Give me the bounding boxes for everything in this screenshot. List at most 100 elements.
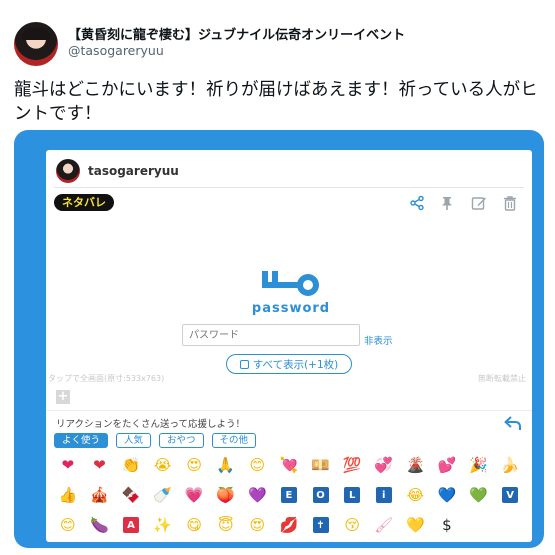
emoji-glyph: ✝ (312, 517, 329, 533)
emoji-glyph: 🍑 (216, 486, 236, 504)
no-repost-notice: 無断転載禁止 (478, 374, 526, 383)
reaction-tab[interactable]: よく使う (54, 433, 109, 448)
reaction-emoji[interactable]: 😇 (210, 510, 242, 540)
share-icon[interactable] (408, 194, 426, 212)
emoji-glyph: 🍆 (90, 516, 109, 534)
reaction-tab[interactable]: その他 (211, 433, 257, 448)
reaction-emoji[interactable]: 💕 (431, 450, 463, 480)
reaction-emoji[interactable]: 💴 (305, 450, 337, 480)
edit-icon[interactable] (470, 194, 488, 212)
reaction-emoji[interactable]: 💞 (368, 450, 400, 480)
reaction-emoji[interactable]: L (336, 480, 368, 510)
reaction-emoji[interactable]: 💘 (273, 450, 305, 480)
emoji-glyph: L (344, 487, 361, 503)
emoji-glyph: 💋 (279, 516, 299, 534)
reaction-emoji[interactable]: 🎪 (84, 480, 116, 510)
reaction-emoji[interactable]: 💚 (463, 480, 495, 510)
reaction-emoji[interactable]: 🌋 (400, 450, 432, 480)
reaction-emoji[interactable]: 👍 (52, 480, 84, 510)
reaction-emoji[interactable]: 😋 (178, 510, 210, 540)
emoji-glyph: 💞 (374, 456, 394, 474)
reaction-emoji[interactable]: A (115, 510, 147, 540)
emoji-glyph: 😍 (186, 456, 202, 474)
handle[interactable]: @tasogareryuu (68, 43, 164, 58)
card-username[interactable]: tasogareryuu (88, 164, 179, 178)
reaction-emoji[interactable]: 🍑 (210, 480, 242, 510)
emoji-glyph: ❤ (61, 456, 75, 474)
emoji-glyph: O (312, 487, 329, 503)
reaction-emoji[interactable]: 🖌 (368, 510, 400, 540)
emoji-glyph: 🎉 (469, 456, 488, 474)
password-input[interactable] (182, 324, 360, 346)
avatar[interactable] (14, 22, 58, 66)
reaction-emoji[interactable]: V (494, 480, 526, 510)
reaction-emoji[interactable]: 😭 (147, 450, 179, 480)
reaction-emoji[interactable]: 💜 (242, 480, 274, 510)
reaction-emoji[interactable]: 💗 (178, 480, 210, 510)
reaction-emoji[interactable]: 🙏 (210, 450, 242, 480)
reaction-emoji[interactable]: 😊 (242, 450, 274, 480)
reaction-tabs: よく使う 人気 おやつ その他 (54, 433, 257, 448)
reaction-emoji[interactable]: ❤ (84, 450, 116, 480)
emoji-glyph: V (502, 487, 519, 503)
card-avatar[interactable] (56, 159, 80, 183)
pin-icon[interactable] (438, 194, 456, 212)
reaction-emoji[interactable]: 👏 (115, 450, 147, 480)
emoji-glyph: E (280, 487, 297, 503)
reaction-emoji[interactable]: ❤ (52, 450, 84, 480)
emoji-glyph: 🎪 (90, 486, 109, 504)
reaction-emoji[interactable]: 😚 (336, 510, 368, 540)
fullscreen-hint: タップで全画面(原寸:533x763) (48, 374, 165, 383)
reaction-emoji[interactable]: ✝ (305, 510, 337, 540)
reaction-emoji[interactable]: O (305, 480, 337, 510)
emoji-glyph: 💕 (437, 456, 457, 474)
emoji-glyph: 👍 (58, 486, 78, 504)
emoji-glyph: 😋 (186, 516, 202, 534)
reaction-emoji[interactable]: 💋 (273, 510, 305, 540)
reaction-emoji[interactable]: 🎉 (463, 450, 495, 480)
reaction-emoji[interactable]: 🍼 (147, 480, 179, 510)
gallery-icon (239, 359, 249, 369)
emoji-glyph: 😇 (217, 516, 234, 534)
reaction-emoji[interactable]: 💙 (431, 480, 463, 510)
emoji-glyph: 😊 (249, 456, 266, 474)
reaction-emoji[interactable]: 😊 (52, 510, 84, 540)
emoji-glyph: ✨ (153, 516, 172, 534)
reaction-emoji[interactable]: 😂 (400, 480, 432, 510)
reaction-emoji[interactable]: 💛 (400, 510, 432, 540)
reaction-emoji[interactable]: $ (431, 510, 463, 540)
emoji-glyph: A (122, 517, 139, 533)
password-hide-link[interactable]: 非表示 (364, 333, 393, 347)
reply-arrow-icon[interactable] (504, 415, 522, 431)
emoji-glyph: 💜 (248, 486, 267, 504)
emoji-glyph: 🍼 (153, 486, 172, 504)
display-name[interactable]: 【黄昏刻に龍ぞ棲む】ジュブナイル伝奇オンリーイベント (68, 24, 405, 43)
reaction-emoji[interactable]: i (368, 480, 400, 510)
emoji-glyph: 🖌 (374, 516, 394, 534)
emoji-glyph: 🍫 (121, 486, 141, 504)
emoji-glyph: 💚 (469, 486, 488, 504)
reaction-emoji[interactable]: E (273, 480, 305, 510)
reaction-tab[interactable]: 人気 (116, 433, 152, 448)
emoji-glyph: 😍 (249, 516, 266, 534)
show-all-label: すべて表示(+1枚) (252, 358, 339, 371)
reaction-emoji[interactable]: 😍 (242, 510, 274, 540)
reaction-emoji[interactable]: 🍆 (84, 510, 116, 540)
reaction-emoji[interactable]: 🍌 (494, 450, 526, 480)
tweet-text: 龍斗はどこかにいます！祈りが届けばあえます！祈っている人がヒントです！ (14, 80, 538, 124)
emoji-glyph: 💛 (405, 516, 425, 534)
reaction-emoji[interactable]: 😍 (178, 450, 210, 480)
reaction-emoji[interactable]: ✨ (147, 510, 179, 540)
emoji-glyph: i (375, 487, 392, 503)
reaction-tab[interactable]: おやつ (159, 433, 204, 448)
emoji-glyph: ❤ (93, 456, 106, 474)
emoji-grid: ❤ ❤ 👏 😭 😍 🙏 😊 💘 💴 💯 💞 🌋 💕 🎉 🍌 👍 🎪 🍫 🍼 💗 🍑 💜 E O Li 😂 💙 💚 V 😊 🍆 A ✨ 😋 😇 😍 💋 ✝ 😚… (52, 450, 526, 540)
add-reaction-button[interactable]: + (56, 390, 70, 404)
trash-icon[interactable] (501, 194, 519, 212)
emoji-glyph: 💴 (311, 456, 330, 474)
key-icon (262, 271, 319, 296)
divider (46, 410, 532, 411)
show-all-button[interactable]: すべて表示(+1枚) (226, 354, 352, 374)
reaction-emoji[interactable]: 💯 (336, 450, 368, 480)
reaction-emoji[interactable]: 🍫 (115, 480, 147, 510)
